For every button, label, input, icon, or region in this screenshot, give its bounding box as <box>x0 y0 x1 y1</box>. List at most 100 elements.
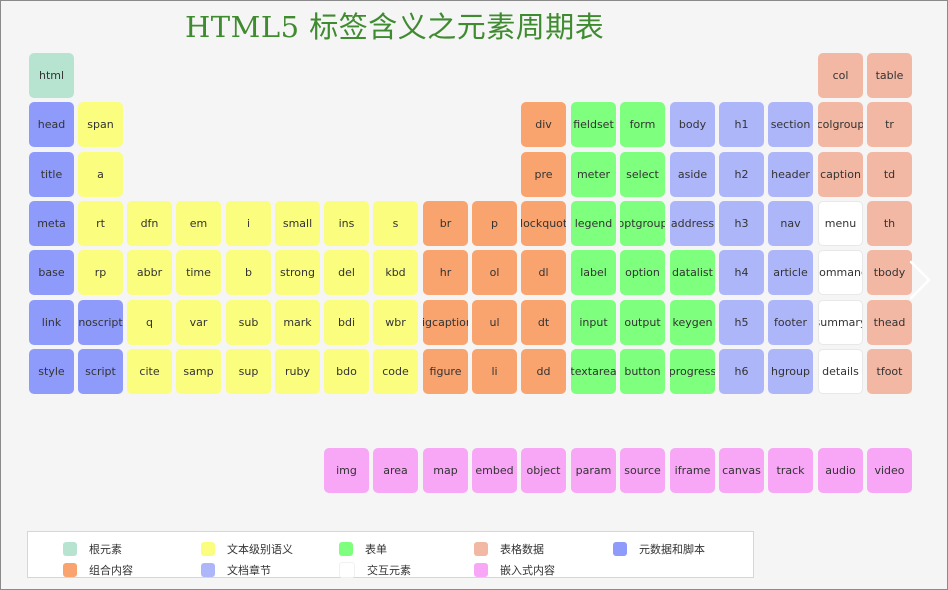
element-hgroup[interactable]: hgroup <box>768 349 813 394</box>
element-ul[interactable]: ul <box>472 300 517 345</box>
element-h1[interactable]: h1 <box>719 102 764 147</box>
element-option[interactable]: option <box>620 250 665 295</box>
element-param[interactable]: param <box>571 448 616 493</box>
element-br[interactable]: br <box>423 201 468 246</box>
element-map[interactable]: map <box>423 448 468 493</box>
element-output[interactable]: output <box>620 300 665 345</box>
element-aside[interactable]: aside <box>670 152 715 197</box>
element-tr[interactable]: tr <box>867 102 912 147</box>
element-del[interactable]: del <box>324 250 369 295</box>
element-samp[interactable]: samp <box>176 349 221 394</box>
element-caption[interactable]: caption <box>818 152 863 197</box>
element-select[interactable]: select <box>620 152 665 197</box>
element-li[interactable]: li <box>472 349 517 394</box>
element-base[interactable]: base <box>29 250 74 295</box>
element-small[interactable]: small <box>275 201 320 246</box>
element-section[interactable]: section <box>768 102 813 147</box>
element-h5[interactable]: h5 <box>719 300 764 345</box>
element-address[interactable]: address <box>670 201 715 246</box>
element-noscript[interactable]: noscript <box>78 300 123 345</box>
element-sub[interactable]: sub <box>226 300 271 345</box>
element-p[interactable]: p <box>472 201 517 246</box>
element-script[interactable]: script <box>78 349 123 394</box>
element-rp[interactable]: rp <box>78 250 123 295</box>
element-textarea[interactable]: textarea <box>571 349 616 394</box>
element-h6[interactable]: h6 <box>719 349 764 394</box>
element-source[interactable]: source <box>620 448 665 493</box>
element-embed[interactable]: embed <box>472 448 517 493</box>
element-colgroup[interactable]: colgroup <box>818 102 863 147</box>
element-span[interactable]: span <box>78 102 123 147</box>
element-table[interactable]: table <box>867 53 912 98</box>
element-rt[interactable]: rt <box>78 201 123 246</box>
element-hr[interactable]: hr <box>423 250 468 295</box>
element-fieldset[interactable]: fieldset <box>571 102 616 147</box>
element-video[interactable]: video <box>867 448 912 493</box>
element-img[interactable]: img <box>324 448 369 493</box>
element-abbr[interactable]: abbr <box>127 250 172 295</box>
element-bdi[interactable]: bdi <box>324 300 369 345</box>
element-meter[interactable]: meter <box>571 152 616 197</box>
element-tfoot[interactable]: tfoot <box>867 349 912 394</box>
element-a[interactable]: a <box>78 152 123 197</box>
element-th[interactable]: th <box>867 201 912 246</box>
element-form[interactable]: form <box>620 102 665 147</box>
element-var[interactable]: var <box>176 300 221 345</box>
element-header[interactable]: header <box>768 152 813 197</box>
element-nav[interactable]: nav <box>768 201 813 246</box>
element-dd[interactable]: dd <box>521 349 566 394</box>
element-datalist[interactable]: datalist <box>670 250 715 295</box>
element-em[interactable]: em <box>176 201 221 246</box>
element-title[interactable]: title <box>29 152 74 197</box>
element-input[interactable]: input <box>571 300 616 345</box>
element-button[interactable]: button <box>620 349 665 394</box>
element-style[interactable]: style <box>29 349 74 394</box>
element-ol[interactable]: ol <box>472 250 517 295</box>
element-summary[interactable]: summary <box>818 300 863 345</box>
element-pre[interactable]: pre <box>521 152 566 197</box>
element-i[interactable]: i <box>226 201 271 246</box>
element-track[interactable]: track <box>768 448 813 493</box>
element-ruby[interactable]: ruby <box>275 349 320 394</box>
element-h4[interactable]: h4 <box>719 250 764 295</box>
element-meta[interactable]: meta <box>29 201 74 246</box>
element-label[interactable]: label <box>571 250 616 295</box>
element-s[interactable]: s <box>373 201 418 246</box>
element-div[interactable]: div <box>521 102 566 147</box>
element-body[interactable]: body <box>670 102 715 147</box>
element-iframe[interactable]: iframe <box>670 448 715 493</box>
element-progress[interactable]: progress <box>670 349 715 394</box>
element-h2[interactable]: h2 <box>719 152 764 197</box>
element-wbr[interactable]: wbr <box>373 300 418 345</box>
element-bdo[interactable]: bdo <box>324 349 369 394</box>
element-optgroup[interactable]: optgroup <box>620 201 665 246</box>
element-audio[interactable]: audio <box>818 448 863 493</box>
element-h3[interactable]: h3 <box>719 201 764 246</box>
element-head[interactable]: head <box>29 102 74 147</box>
element-details[interactable]: details <box>818 349 863 394</box>
element-time[interactable]: time <box>176 250 221 295</box>
element-ins[interactable]: ins <box>324 201 369 246</box>
element-figcaption[interactable]: figcaption <box>423 300 468 345</box>
element-b[interactable]: b <box>226 250 271 295</box>
element-html[interactable]: html <box>29 53 74 98</box>
element-article[interactable]: article <box>768 250 813 295</box>
chevron-right-icon[interactable] <box>905 258 935 302</box>
element-code[interactable]: code <box>373 349 418 394</box>
element-blockquote[interactable]: blockquote <box>521 201 566 246</box>
element-td[interactable]: td <box>867 152 912 197</box>
element-command[interactable]: command <box>818 250 863 295</box>
element-cite[interactable]: cite <box>127 349 172 394</box>
element-col[interactable]: col <box>818 53 863 98</box>
element-q[interactable]: q <box>127 300 172 345</box>
element-area[interactable]: area <box>373 448 418 493</box>
element-link[interactable]: link <box>29 300 74 345</box>
element-dt[interactable]: dt <box>521 300 566 345</box>
element-figure[interactable]: figure <box>423 349 468 394</box>
element-object[interactable]: object <box>521 448 566 493</box>
element-legend[interactable]: legend <box>571 201 616 246</box>
element-keygen[interactable]: keygen <box>670 300 715 345</box>
element-footer[interactable]: footer <box>768 300 813 345</box>
element-menu[interactable]: menu <box>818 201 863 246</box>
element-dl[interactable]: dl <box>521 250 566 295</box>
